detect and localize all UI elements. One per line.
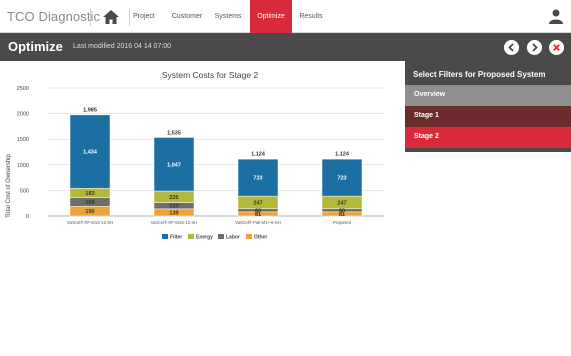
data-label: 123 xyxy=(169,204,178,210)
x-tick-label: VariCel® RF-M1S-12-SH xyxy=(151,220,198,225)
bar-total-label: 1,535 xyxy=(167,130,181,136)
x-tick-label: Proposed xyxy=(333,220,352,225)
legend-swatch-other xyxy=(246,234,252,239)
bar-total-label: 1,985 xyxy=(83,107,97,113)
page-header: Optimize Last modified 2016 04 14 07:00 xyxy=(0,33,571,61)
page-title: Optimize xyxy=(8,39,63,54)
data-label: 60 xyxy=(339,208,345,214)
y-tick-label: 1500 xyxy=(17,137,29,143)
top-navigation: TCO Diagnostic Project Customer Systems … xyxy=(0,0,571,33)
x-tick-label: VariCel® RF-M1S-12-SH xyxy=(67,220,114,225)
legend-label-other: Other xyxy=(254,235,267,241)
legend-label-labor: Labor xyxy=(226,235,240,241)
data-label: 1,434 xyxy=(83,150,98,156)
data-label: 247 xyxy=(253,200,262,206)
next-button[interactable] xyxy=(527,40,542,55)
last-modified: Last modified 2016 04 14 07:00 xyxy=(73,43,172,50)
legend-swatch-energy xyxy=(188,234,194,239)
legend-swatch-filter xyxy=(162,234,168,239)
nav-divider xyxy=(129,8,130,26)
tab-optimize[interactable]: Optimize xyxy=(250,0,292,33)
y-tick-label: 500 xyxy=(20,188,29,194)
nav-divider xyxy=(90,8,91,26)
data-label: 190 xyxy=(85,209,94,215)
data-label: 723 xyxy=(337,176,346,182)
chart-title: System Costs for Stage 2 xyxy=(162,70,259,80)
chart-area: System Costs for Stage 2 Total Cost of O… xyxy=(0,61,405,351)
sidebar-item-stage-1[interactable]: Stage 1 xyxy=(405,106,571,127)
home-icon[interactable] xyxy=(102,8,120,26)
tab-systems[interactable]: Systems xyxy=(212,0,244,33)
data-label: 723 xyxy=(253,176,262,182)
tab-customer[interactable]: Customer xyxy=(168,0,206,33)
app-brand: TCO Diagnostic xyxy=(7,9,101,24)
data-label: 183 xyxy=(85,191,94,197)
legend-swatch-labor xyxy=(218,234,224,239)
filter-panel: Select Filters for Proposed System Overv… xyxy=(405,61,571,152)
legend-label-energy: Energy xyxy=(196,235,213,241)
sidebar-item-stage-2[interactable]: Stage 2 xyxy=(405,127,571,148)
y-tick-label: 0 xyxy=(26,214,29,220)
y-tick-label: 2500 xyxy=(17,86,29,92)
user-icon[interactable] xyxy=(549,9,563,24)
data-label: 139 xyxy=(169,210,178,216)
cost-chart: System Costs for Stage 2 Total Cost of O… xyxy=(6,70,384,241)
y-axis-label: Total Cost of Ownership xyxy=(6,153,12,217)
data-label: 168 xyxy=(85,200,94,206)
bar-total-label: 1,124 xyxy=(335,151,350,157)
y-tick-label: 1000 xyxy=(17,163,29,169)
data-label: 247 xyxy=(337,200,346,206)
x-tick-label: VariCel® Pak-M1+-6-SH xyxy=(235,220,280,225)
y-tick-label: 2000 xyxy=(17,112,29,118)
bar-total-label: 1,124 xyxy=(251,151,266,157)
tab-results[interactable]: Results xyxy=(296,0,326,33)
legend-label-filter: Filter xyxy=(170,235,182,241)
sidebar-item-overview[interactable]: Overview xyxy=(405,85,571,106)
filter-panel-heading: Select Filters for Proposed System xyxy=(405,61,571,85)
previous-button[interactable] xyxy=(504,40,519,55)
data-label: 60 xyxy=(255,208,261,214)
close-button[interactable] xyxy=(549,40,564,55)
data-label: 225 xyxy=(169,195,178,201)
data-label: 1,047 xyxy=(167,162,181,168)
panel-divider xyxy=(405,148,571,152)
tab-project[interactable]: Project xyxy=(131,0,157,33)
